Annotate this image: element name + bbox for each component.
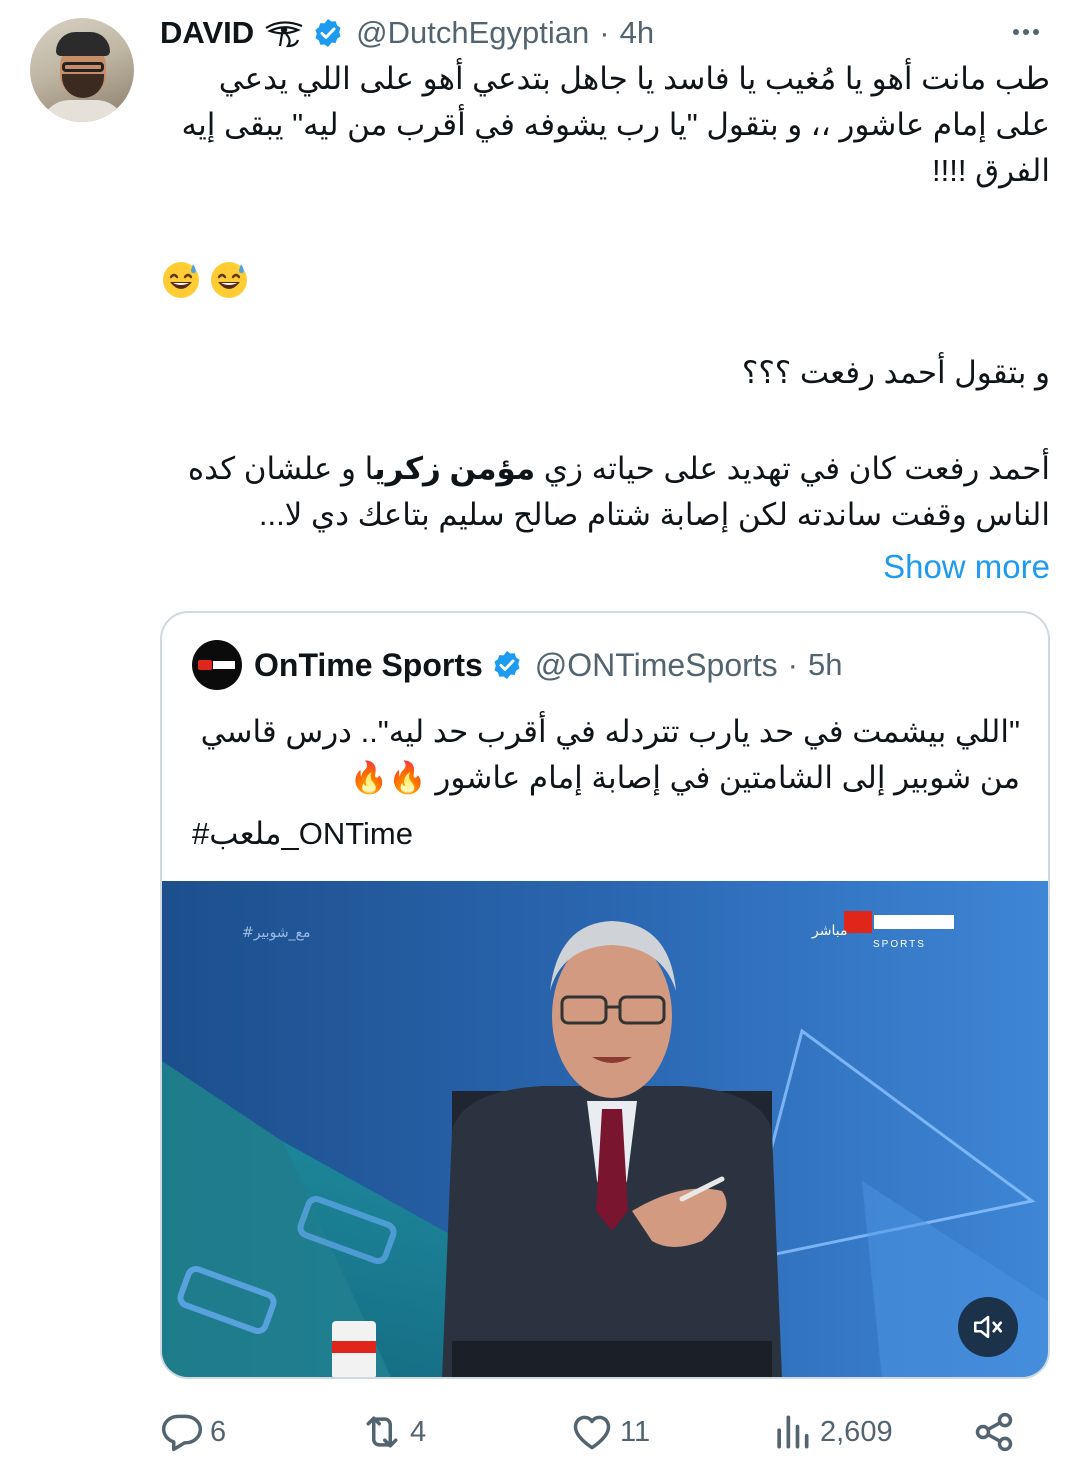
emoji-row xyxy=(160,258,250,300)
video-player[interactable]: SPORTS #مع_شوبير مباشر xyxy=(162,881,1048,1377)
reply-button[interactable]: 6 xyxy=(160,1408,226,1456)
repost-icon xyxy=(366,1416,398,1448)
views-count: 2,609 xyxy=(820,1415,893,1448)
paragraph-3-text-a: أحمد رفعت كان في تهديد على حياته زي xyxy=(535,451,1050,486)
tweet-header: DAVID @DutchEgyptian · 4h xyxy=(160,12,654,54)
reply-icon xyxy=(161,1414,203,1452)
views-button[interactable]: 2,609 xyxy=(770,1408,893,1456)
quoted-header: OnTime Sports @ONTimeSports · 5h xyxy=(192,640,842,690)
tweet-paragraph-2: و بتقول أحمد رفعت ؟؟؟ xyxy=(741,355,1050,390)
repost-button[interactable]: 4 xyxy=(360,1408,426,1456)
channel-logo-text: SPORTS xyxy=(873,939,926,950)
quoted-author-handle[interactable]: @ONTimeSports xyxy=(535,647,778,684)
video-frame: SPORTS #مع_شوبير مباشر xyxy=(162,881,1048,1377)
avatar-cap xyxy=(56,32,110,56)
show-more-link[interactable]: Show more xyxy=(860,548,1050,586)
repost-count: 4 xyxy=(410,1415,427,1448)
like-button[interactable]: 11 xyxy=(570,1408,650,1456)
avatar-beard xyxy=(62,74,104,98)
like-icon xyxy=(573,1415,611,1450)
views-icon xyxy=(777,1415,809,1449)
tweet-actions: 6 4 11 2,609 xyxy=(160,1400,1050,1464)
quoted-hashtag[interactable]: #ملعب_ONTime xyxy=(192,811,413,857)
tweet-paragraph-1: طب مانت أهو يا مُغيب يا فاسد يا جاهل بتد… xyxy=(181,61,1050,188)
quoted-timestamp[interactable]: 5h xyxy=(808,647,842,683)
quoted-header-separator: · xyxy=(787,647,798,682)
verified-badge-icon xyxy=(315,19,341,47)
tweet[interactable]: DAVID @DutchEgyptian · 4h طب مانت أهو يا… xyxy=(0,0,1080,1477)
sweat-smile-emoji xyxy=(211,262,247,298)
quoted-avatar[interactable] xyxy=(192,640,242,690)
author-avatar[interactable] xyxy=(30,18,134,122)
sweat-smile-emoji xyxy=(163,262,199,298)
avatar-glasses xyxy=(62,62,104,72)
more-options-icon[interactable] xyxy=(1006,14,1046,50)
reply-count: 6 xyxy=(210,1415,227,1448)
tweet-timestamp[interactable]: 4h xyxy=(620,15,654,51)
author-handle[interactable]: @DutchEgyptian xyxy=(356,15,589,51)
ontime-logo-icon xyxy=(198,660,235,670)
video-overlay-hashtag: #مع_شوبير xyxy=(242,925,311,941)
share-icon xyxy=(975,1412,1013,1452)
share-button[interactable] xyxy=(972,1408,1016,1456)
mention-bold-name: مؤمن زكري xyxy=(374,451,536,486)
quoted-text: "اللي بيشمت في حد يارب تتردله في أقرب حد… xyxy=(200,714,1020,795)
mute-button[interactable] xyxy=(958,1297,1018,1357)
tweet-paragraph-3: أحمد رفعت كان في تهديد على حياته زي مؤمن… xyxy=(160,446,1050,538)
mute-icon xyxy=(973,1315,1003,1339)
quoted-tweet[interactable]: OnTime Sports @ONTimeSports · 5h "اللي ب… xyxy=(160,611,1050,1379)
live-label: مباشر xyxy=(811,923,847,939)
avatar-shirt xyxy=(40,100,126,122)
author-name[interactable]: DAVID xyxy=(160,15,254,51)
verified-badge-icon xyxy=(494,651,520,679)
horus-eye-icon xyxy=(265,21,303,48)
like-count: 11 xyxy=(620,1415,651,1448)
quoted-author-name[interactable]: OnTime Sports xyxy=(254,647,483,684)
header-separator: · xyxy=(599,15,610,50)
